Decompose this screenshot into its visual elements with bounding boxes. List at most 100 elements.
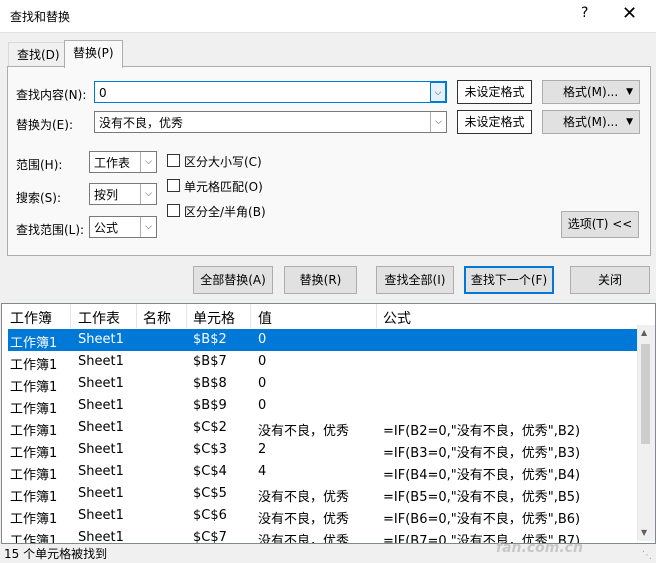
- cell-sheet: Sheet1: [78, 486, 124, 501]
- table-row[interactable]: 工作簿1 Sheet1 $C$6 没有不良，优秀 =IF(B6=0,"没有不良，优秀",…: [8, 505, 638, 527]
- results-table[interactable]: 工作簿 工作表 名称 单元格 值 公式 工作簿1 Sheet1 $B$2 0 工作簿1 S…: [1, 303, 656, 544]
- replace-all-button[interactable]: 全部替换(A): [193, 266, 273, 294]
- resize-grip-icon[interactable]: ⋱: [642, 550, 652, 561]
- column-header-sheet[interactable]: 工作表: [78, 308, 120, 328]
- status-text: 15 个单元格被找到: [4, 547, 108, 561]
- cell-formula: =IF(B3=0,"没有不良，优秀",B3): [383, 446, 581, 461]
- find-next-button[interactable]: 查找下一个(F): [464, 266, 554, 294]
- help-button[interactable]: ?: [581, 5, 588, 21]
- cell-cell: $C$5: [193, 486, 227, 501]
- find-format-status: 未设定格式: [457, 80, 532, 104]
- replace-dropdown-chevron-icon[interactable]: ⌵: [430, 112, 446, 132]
- scrollbar-thumb[interactable]: [641, 344, 650, 444]
- search-select[interactable]: 按列 ⌵: [89, 183, 157, 205]
- cell-sheet: Sheet1: [78, 332, 124, 347]
- find-input[interactable]: 0 ⌵: [94, 81, 447, 103]
- cell-sheet: Sheet1: [78, 376, 124, 391]
- table-row[interactable]: 工作簿1 Sheet1 $B$9 0: [8, 395, 638, 417]
- table-row[interactable]: 工作簿1 Sheet1 $B$2 0: [8, 329, 638, 351]
- table-row[interactable]: 工作簿1 Sheet1 $B$8 0: [8, 373, 638, 395]
- whole-cell-checkbox[interactable]: [167, 179, 180, 192]
- cell-value: 没有不良，优秀: [258, 490, 350, 505]
- table-row[interactable]: 工作簿1 Sheet1 $C$5 没有不良，优秀 =IF(B5=0,"没有不良，优秀",…: [8, 483, 638, 505]
- table-row[interactable]: 工作簿1 Sheet1 $B$7 0: [8, 351, 638, 373]
- column-header-cell[interactable]: 单元格: [193, 308, 235, 328]
- cell-formula: =IF(B6=0,"没有不良，优秀",B6): [383, 512, 581, 527]
- close-button[interactable]: 关闭: [570, 266, 650, 294]
- cell-cell: $B$9: [193, 398, 227, 413]
- search-select-value: 按列: [94, 188, 119, 202]
- lookin-select[interactable]: 公式 ⌵: [89, 216, 157, 238]
- table-row[interactable]: 工作簿1 Sheet1 $C$4 4 =IF(B4=0,"没有不良，优秀",B4): [8, 461, 638, 483]
- cell-workbook: 工作簿1: [10, 446, 58, 461]
- replace-button[interactable]: 替换(R): [284, 266, 357, 294]
- find-all-button[interactable]: 查找全部(I): [376, 266, 454, 294]
- scope-select-value: 工作表: [94, 156, 131, 170]
- cell-value: 0: [258, 354, 267, 369]
- scope-label: 范围(H):: [16, 158, 63, 172]
- cell-sheet: Sheet1: [78, 354, 124, 369]
- find-dropdown-chevron-icon[interactable]: ⌵: [430, 82, 446, 102]
- replace-format-status: 未设定格式: [457, 110, 532, 134]
- cell-value: 2: [258, 442, 267, 457]
- cell-sheet: Sheet1: [78, 530, 124, 544]
- cell-cell: $C$7: [193, 530, 227, 544]
- cell-cell: $B$2: [193, 332, 227, 347]
- replace-input-value: 没有不良，优秀: [99, 116, 184, 130]
- column-header-name[interactable]: 名称: [143, 308, 171, 328]
- title-bar: [0, 0, 656, 33]
- find-format-label: 格式(M)...: [563, 85, 619, 99]
- column-header-value[interactable]: 值: [258, 308, 272, 328]
- scope-select[interactable]: 工作表 ⌵: [89, 151, 157, 173]
- cell-cell: $C$4: [193, 464, 227, 479]
- scope-chevron-icon: ⌵: [140, 152, 156, 172]
- lookin-select-value: 公式: [94, 221, 119, 235]
- scroll-up-icon[interactable]: ▲: [641, 328, 647, 337]
- close-window-button[interactable]: ✕: [622, 3, 637, 24]
- cell-workbook: 工作簿1: [10, 490, 58, 505]
- cell-value: 0: [258, 398, 267, 413]
- cell-workbook: 工作簿1: [10, 534, 58, 544]
- cell-cell: $B$7: [193, 354, 227, 369]
- byte-width-label: 区分全/半角(B): [184, 205, 266, 219]
- replace-format-button[interactable]: 格式(M)... ▼: [542, 110, 640, 134]
- lookin-label: 查找范围(L):: [16, 223, 85, 237]
- replace-format-label: 格式(M)...: [563, 115, 619, 129]
- replace-input[interactable]: 没有不良，优秀 ⌵: [94, 111, 447, 133]
- cell-value: 0: [258, 332, 267, 347]
- find-label: 查找内容(N):: [16, 88, 87, 102]
- column-header-formula[interactable]: 公式: [383, 308, 411, 328]
- cell-value: 0: [258, 376, 267, 391]
- scroll-down-icon[interactable]: ▼: [641, 528, 647, 537]
- column-header-workbook[interactable]: 工作簿: [10, 308, 52, 328]
- options-button[interactable]: 选项(T) <<: [561, 211, 639, 238]
- find-input-value: 0: [99, 86, 107, 100]
- cell-workbook: 工作簿1: [10, 424, 58, 439]
- table-row[interactable]: 工作簿1 Sheet1 $C$3 2 =IF(B3=0,"没有不良，优秀",B3): [8, 439, 638, 461]
- cell-formula: =IF(B2=0,"没有不良，优秀",B2): [383, 424, 581, 439]
- cell-cell: $C$2: [193, 420, 227, 435]
- table-row[interactable]: 工作簿1 Sheet1 $C$2 没有不良，优秀 =IF(B2=0,"没有不良，优秀",…: [8, 417, 638, 439]
- watermark: fan.com.cn: [496, 540, 583, 556]
- whole-cell-label: 单元格匹配(O): [184, 180, 263, 194]
- tab-replace[interactable]: 替换(P): [64, 40, 123, 68]
- cell-workbook: 工作簿1: [10, 358, 58, 373]
- match-case-checkbox[interactable]: [167, 154, 180, 167]
- tab-find[interactable]: 查找(D): [8, 42, 69, 67]
- cell-value: 4: [258, 464, 267, 479]
- replace-format-chevron-icon: ▼: [626, 117, 633, 127]
- cell-sheet: Sheet1: [78, 398, 124, 413]
- search-chevron-icon: ⌵: [140, 184, 156, 204]
- byte-width-checkbox[interactable]: [167, 204, 180, 217]
- cell-formula: =IF(B4=0,"没有不良，优秀",B4): [383, 468, 581, 483]
- cell-sheet: Sheet1: [78, 442, 124, 457]
- cell-formula: =IF(B5=0,"没有不良，优秀",B5): [383, 490, 581, 505]
- cell-sheet: Sheet1: [78, 420, 124, 435]
- cell-workbook: 工作簿1: [10, 380, 58, 395]
- lookin-chevron-icon: ⌵: [140, 217, 156, 237]
- cell-value: 没有不良，优秀: [258, 534, 350, 544]
- cell-value: 没有不良，优秀: [258, 424, 350, 439]
- find-format-button[interactable]: 格式(M)... ▼: [542, 80, 640, 104]
- cell-workbook: 工作簿1: [10, 402, 58, 417]
- cell-cell: $B$8: [193, 376, 227, 391]
